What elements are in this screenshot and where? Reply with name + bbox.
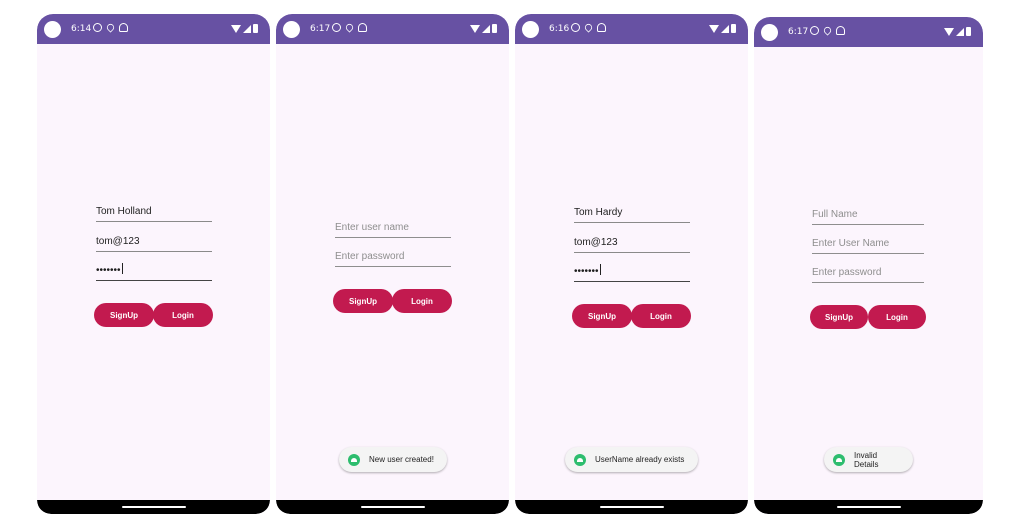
name-field[interactable]: Tom Holland — [96, 204, 212, 222]
drop-icon — [583, 22, 594, 33]
app-icon — [348, 453, 360, 466]
login-button[interactable]: Login — [631, 304, 691, 328]
android-icon — [119, 23, 128, 32]
app-icon — [574, 453, 586, 466]
signal-icon — [243, 25, 251, 33]
toast-message: UserName already exists — [565, 447, 698, 472]
navigation-bar — [276, 500, 509, 514]
toast-text: Invalid Details — [854, 450, 879, 469]
status-time: 6:17 — [310, 24, 331, 34]
battery-icon — [492, 24, 497, 33]
status-time: 6:16 — [549, 24, 570, 34]
navigation-bar — [754, 500, 983, 514]
info-icon — [93, 23, 102, 32]
toast-message: New user created! — [339, 447, 447, 472]
android-icon — [836, 26, 845, 35]
home-handle[interactable] — [836, 506, 901, 508]
info-icon — [332, 23, 341, 32]
android-icon — [597, 23, 606, 32]
home-handle[interactable] — [360, 506, 425, 508]
text-cursor — [121, 263, 123, 274]
signup-button[interactable]: SignUp — [810, 305, 868, 329]
name-field[interactable]: Tom Hardy — [574, 205, 690, 223]
camera-cutout — [283, 21, 300, 38]
status-bar: 6:17 — [754, 17, 983, 47]
username-field[interactable]: tom@123 — [96, 234, 212, 252]
signal-icon — [721, 25, 729, 33]
drop-icon — [344, 22, 355, 33]
wifi-icon — [944, 28, 954, 36]
toast-text: UserName already exists — [595, 455, 685, 464]
navigation-bar — [515, 500, 748, 514]
status-time: 6:14 — [71, 24, 92, 34]
signal-icon — [956, 28, 964, 36]
login-button[interactable]: Login — [392, 289, 452, 313]
phone-screen-1: 6:14 Tom Holland tom@123 ••••••• SignUp … — [37, 14, 270, 514]
navigation-bar — [37, 500, 270, 514]
password-value: ••••••• — [574, 266, 599, 277]
app-icon — [833, 453, 845, 466]
status-bar: 6:14 — [37, 14, 270, 44]
toast-text: New user created! — [369, 455, 434, 464]
phone-screen-3: 6:16 Tom Hardy tom@123 ••••••• SignUp Lo… — [515, 14, 748, 514]
status-bar: 6:16 — [515, 14, 748, 44]
signup-button[interactable]: SignUp — [333, 289, 393, 313]
wifi-icon — [231, 25, 241, 33]
home-handle[interactable] — [121, 506, 186, 508]
battery-icon — [253, 24, 258, 33]
drop-icon — [105, 22, 116, 33]
phone-screen-2: 6:17 Enter user name Enter password Sign… — [276, 14, 509, 514]
password-input[interactable]: Enter password — [335, 249, 451, 267]
username-input[interactable]: Enter User Name — [812, 236, 924, 254]
camera-cutout — [761, 24, 778, 41]
battery-icon — [966, 27, 971, 36]
phone-screen-4: 6:17 Full Name Enter User Name Enter pas… — [754, 17, 983, 514]
login-button[interactable]: Login — [868, 305, 926, 329]
password-field[interactable]: ••••••• — [574, 264, 690, 282]
login-button[interactable]: Login — [153, 303, 213, 327]
username-field[interactable]: tom@123 — [574, 235, 690, 253]
android-icon — [358, 23, 367, 32]
home-handle[interactable] — [599, 506, 664, 508]
password-value: ••••••• — [96, 265, 121, 276]
status-time: 6:17 — [788, 27, 809, 37]
info-icon — [810, 26, 819, 35]
camera-cutout — [522, 21, 539, 38]
drop-icon — [822, 25, 833, 36]
info-icon — [571, 23, 580, 32]
signup-button[interactable]: SignUp — [572, 304, 632, 328]
wifi-icon — [709, 25, 719, 33]
wifi-icon — [470, 25, 480, 33]
signup-button[interactable]: SignUp — [94, 303, 154, 327]
full-name-input[interactable]: Full Name — [812, 207, 924, 225]
signal-icon — [482, 25, 490, 33]
text-cursor — [599, 264, 601, 275]
password-field[interactable]: ••••••• — [96, 263, 212, 281]
battery-icon — [731, 24, 736, 33]
username-input[interactable]: Enter user name — [335, 220, 451, 238]
status-bar: 6:17 — [276, 14, 509, 44]
password-input[interactable]: Enter password — [812, 265, 924, 283]
camera-cutout — [44, 21, 61, 38]
toast-message: Invalid Details — [824, 447, 913, 472]
